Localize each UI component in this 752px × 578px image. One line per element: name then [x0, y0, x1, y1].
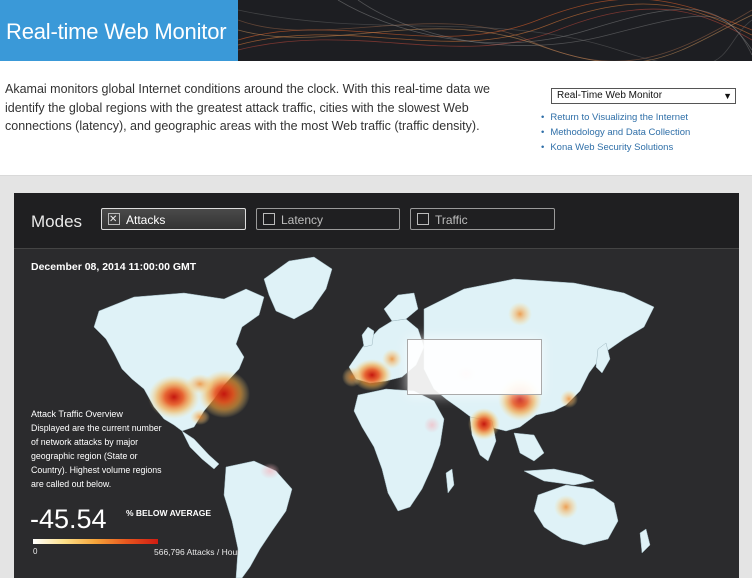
header-decoration [238, 0, 752, 61]
attack-value: -45.54 [30, 504, 107, 534]
southeast-asia-shape [513, 432, 545, 462]
link-label: Return to Visualizing the Internet [550, 112, 688, 123]
heat-spot-europe-central [382, 349, 402, 369]
page-title: Real-time Web Monitor [6, 19, 227, 44]
heat-spot-uk [342, 367, 362, 387]
view-select[interactable]: Real-Time Web Monitor ▼ [551, 88, 736, 104]
scandinavia-shape [383, 292, 419, 322]
heat-spot-australia [554, 495, 578, 519]
value-caption: % BELOW AVERAGE [126, 508, 212, 518]
monitor-panel: Modes Attacks Latency Traffic [14, 193, 739, 578]
new-zealand-shape [639, 528, 651, 554]
link-label: Methodology and Data Collection [550, 127, 691, 138]
map-tooltip-overlay [407, 339, 542, 395]
link-label: Kona Web Security Solutions [550, 142, 674, 153]
link-methodology[interactable]: • Methodology and Data Collection [541, 127, 690, 138]
header-banner: Real-time Web Monitor [0, 0, 752, 61]
link-return-visualizing[interactable]: • Return to Visualizing the Internet [541, 112, 688, 123]
checkbox-icon [263, 213, 275, 225]
tab-label: Traffic [435, 213, 468, 227]
attack-overview: Attack Traffic Overview Displayed are th… [31, 407, 171, 491]
dropdown-arrow-icon: ▼ [723, 91, 732, 101]
overview-title: Attack Traffic Overview [31, 409, 123, 419]
heat-spot-russia [508, 302, 532, 326]
view-select-value: Real-Time Web Monitor [557, 90, 663, 101]
heat-spot-south-america [260, 463, 280, 479]
heat-spot-us-south [190, 409, 210, 425]
link-kona[interactable]: • Kona Web Security Solutions [541, 142, 673, 153]
scale-max-label: 566,796 Attacks / Hour [154, 547, 240, 557]
uk-shape [361, 326, 375, 348]
overview-text: Displayed are the current number of netw… [31, 423, 162, 489]
madagascar-shape [445, 468, 455, 494]
bullet-icon: • [541, 112, 545, 123]
south-america-shape [223, 460, 293, 578]
world-map-area[interactable]: December 08, 2014 11:00:00 GMT Attack Tr… [14, 249, 739, 578]
indonesia-shape [523, 468, 595, 486]
scale-min-label: 0 [33, 547, 38, 556]
checkbox-icon [417, 213, 429, 225]
intro-section: Akamai monitors global Internet conditio… [0, 61, 752, 176]
heat-spot-middle-east [424, 417, 440, 433]
tab-latency[interactable]: Latency [256, 208, 400, 230]
heat-spot-us-central [186, 374, 214, 394]
heat-spot-india [468, 408, 500, 440]
tab-traffic[interactable]: Traffic [410, 208, 555, 230]
timestamp: December 08, 2014 11:00:00 GMT [31, 261, 197, 273]
central-america-shape [181, 430, 220, 470]
bullet-icon: • [541, 127, 545, 138]
heat-spot-korea [560, 390, 578, 408]
africa-shape [353, 388, 445, 512]
australia-shape [533, 484, 619, 546]
modes-bar: Modes Attacks Latency Traffic [14, 193, 739, 249]
title-bar: Real-time Web Monitor [0, 0, 238, 61]
checkbox-checked-icon [108, 209, 120, 231]
bullet-icon: • [541, 142, 545, 153]
greenland-shape [263, 256, 333, 320]
tab-label: Attacks [126, 213, 166, 227]
intensity-scale-bar [33, 539, 158, 544]
intro-text: Akamai monitors global Internet conditio… [5, 82, 490, 133]
tab-attacks[interactable]: Attacks [101, 208, 246, 231]
modes-label: Modes [31, 212, 83, 231]
tab-label: Latency [281, 213, 324, 227]
